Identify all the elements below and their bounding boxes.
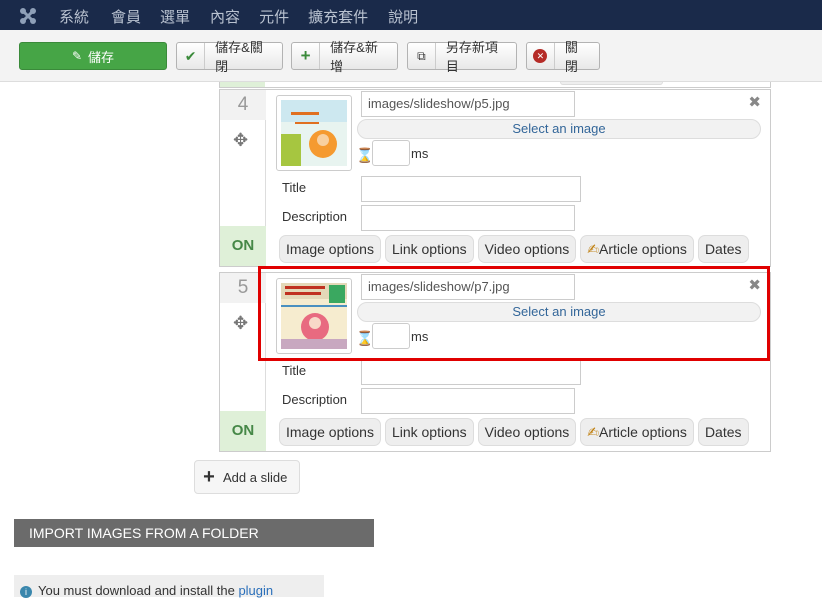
import-images-header[interactable]: IMPORT IMAGES FROM A FOLDER bbox=[14, 519, 374, 547]
info-message: i You must download and install the plugi… bbox=[14, 575, 324, 598]
tab-link-options[interactable]: Link options bbox=[384, 418, 474, 446]
description-input[interactable] bbox=[361, 388, 575, 414]
save-label: 儲存 bbox=[88, 49, 115, 65]
tab-video-options[interactable]: Video options bbox=[477, 418, 577, 446]
slide-options-tabs: Image options Link options Video options… bbox=[279, 235, 749, 263]
add-slide-button[interactable]: + Add a slide bbox=[194, 460, 300, 494]
description-label: Description bbox=[282, 209, 348, 224]
menu-users[interactable]: 會員 bbox=[111, 6, 141, 27]
slide-sidebar: 4 ✥ ON bbox=[220, 90, 266, 266]
previous-slide-edge bbox=[219, 82, 771, 88]
top-navbar: 系統 會員 選單 內容 元件 擴充套件 說明 bbox=[0, 0, 822, 30]
info-icon: i bbox=[20, 586, 32, 598]
info-text: You must download and install the bbox=[38, 583, 239, 598]
title-input[interactable] bbox=[361, 176, 581, 202]
tab-article-options-label: Article options bbox=[599, 241, 687, 257]
tab-image-options[interactable]: Image options bbox=[279, 235, 381, 263]
plus-icon: + bbox=[292, 43, 321, 69]
slide-status[interactable]: ON bbox=[220, 226, 266, 266]
tab-article-options[interactable]: ✍Article options bbox=[580, 418, 694, 446]
menu-system[interactable]: 系統 bbox=[59, 6, 89, 27]
move-icon[interactable]: ✥ bbox=[233, 130, 248, 151]
save-close-button[interactable]: ✔ 儲存&關閉 bbox=[176, 40, 283, 74]
save-close-label: 儲存&關閉 bbox=[215, 40, 263, 74]
add-slide-label: Add a slide bbox=[223, 469, 288, 485]
tab-link-options[interactable]: Link options bbox=[384, 235, 474, 263]
save-button[interactable]: ✎ 儲存 bbox=[19, 42, 167, 70]
joomla-logo-icon[interactable] bbox=[18, 6, 38, 26]
save-copy-label: 另存新項目 bbox=[445, 40, 498, 74]
close-button[interactable]: ✕ 關閉 bbox=[526, 40, 600, 74]
cancel-icon: ✕ bbox=[527, 43, 555, 69]
slide-number: 4 bbox=[220, 90, 266, 120]
duration-input[interactable] bbox=[372, 140, 410, 166]
copy-icon: ⧉ bbox=[408, 43, 436, 69]
ms-label: ms bbox=[411, 146, 429, 161]
tab-dates[interactable]: Dates bbox=[697, 235, 749, 263]
description-label: Description bbox=[282, 392, 348, 407]
menu-help[interactable]: 說明 bbox=[388, 6, 418, 27]
description-input[interactable] bbox=[361, 205, 575, 231]
remove-slide-icon[interactable]: ✖ bbox=[748, 93, 761, 111]
title-label: Title bbox=[282, 180, 307, 195]
tab-video-options[interactable]: Video options bbox=[477, 235, 577, 263]
menu-components[interactable]: 元件 bbox=[259, 6, 289, 27]
article-icon: ✍ bbox=[587, 424, 599, 440]
image-path-input[interactable]: images/slideshow/p5.jpg bbox=[361, 91, 575, 117]
title-label: Title bbox=[282, 363, 307, 378]
save-new-label: 儲存&新增 bbox=[330, 40, 378, 74]
title-input[interactable] bbox=[361, 359, 581, 385]
plus-icon: + bbox=[203, 465, 215, 488]
close-label: 關閉 bbox=[564, 40, 578, 74]
toolbar: ✎ 儲存 ✔ 儲存&關閉 + 儲存&新增 ⧉ 另存新項目 ✕ 關閉 bbox=[0, 30, 822, 82]
tab-image-options[interactable]: Image options bbox=[279, 418, 381, 446]
previous-slide-on bbox=[220, 82, 265, 87]
edit-icon: ✎ bbox=[71, 49, 83, 63]
hourglass-icon: ⌛ bbox=[356, 147, 374, 163]
plugin-link[interactable]: plugin bbox=[238, 583, 273, 598]
tab-article-options[interactable]: ✍Article options bbox=[580, 235, 694, 263]
highlight-box bbox=[258, 266, 770, 361]
slide-status[interactable]: ON bbox=[220, 411, 266, 451]
save-new-button[interactable]: + 儲存&新增 bbox=[291, 40, 398, 74]
tab-dates[interactable]: Dates bbox=[697, 418, 749, 446]
article-icon: ✍ bbox=[587, 241, 599, 257]
tab-article-options-label: Article options bbox=[599, 424, 687, 440]
move-icon[interactable]: ✥ bbox=[233, 313, 248, 334]
menu-content[interactable]: 內容 bbox=[210, 6, 240, 27]
slide-item: 4 ✥ ON images/slideshow/p5.jpg Select an… bbox=[219, 89, 771, 267]
select-image-button[interactable]: Select an image bbox=[357, 119, 761, 139]
check-icon: ✔ bbox=[177, 43, 206, 69]
menu-extensions[interactable]: 擴充套件 bbox=[308, 6, 368, 27]
menu-menus[interactable]: 選單 bbox=[160, 6, 190, 27]
slide-options-tabs: Image options Link options Video options… bbox=[279, 418, 749, 446]
save-copy-button[interactable]: ⧉ 另存新項目 bbox=[407, 40, 517, 74]
previous-slide-tab bbox=[560, 82, 663, 85]
slide-thumbnail[interactable] bbox=[276, 95, 352, 171]
slide-image-preview bbox=[281, 100, 347, 166]
